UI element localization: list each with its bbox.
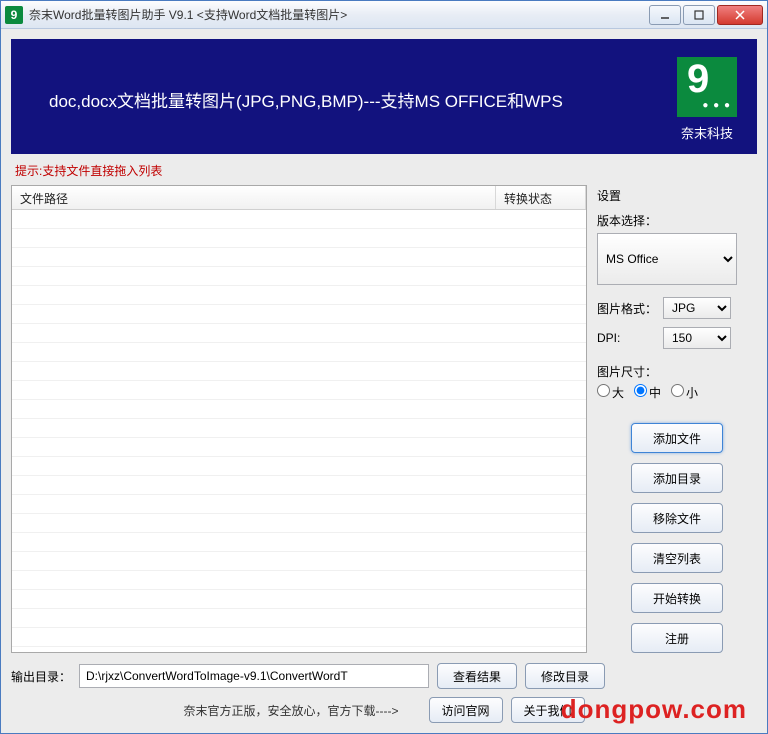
format-select[interactable]: JPG [663,297,731,319]
table-row [12,476,586,495]
watermark: dongpow.com [561,694,747,725]
table-row [12,248,586,267]
size-radio-group: 大 中 小 [597,384,757,401]
size-medium[interactable]: 中 [634,384,661,401]
change-dir-button[interactable]: 修改目录 [525,663,605,689]
logo-icon: 9● ● ● [677,57,737,117]
table-row [12,590,586,609]
dpi-select[interactable]: 150 [663,327,731,349]
table-row [12,514,586,533]
minimize-button[interactable] [649,5,681,25]
register-button[interactable]: 注册 [631,623,723,653]
table-row [12,229,586,248]
col-status-header: 转换状态 [496,186,586,209]
table-row [12,324,586,343]
content-area: doc,docx文档批量转图片(JPG,PNG,BMP)---支持MS OFFI… [1,29,767,733]
table-row [12,400,586,419]
dpi-label: DPI: [597,331,657,345]
table-row [12,381,586,400]
table-row [12,628,586,647]
close-button[interactable] [717,5,763,25]
banner-text: doc,docx文档批量转图片(JPG,PNG,BMP)---支持MS OFFI… [25,87,677,112]
window-title: 奈末Word批量转图片助手 V9.1 <支持Word文档批量转图片> [29,6,649,23]
format-label: 图片格式： [597,300,657,317]
version-select[interactable]: MS Office [597,233,737,285]
size-large[interactable]: 大 [597,384,624,401]
app-window: 9 奈末Word批量转图片助手 V9.1 <支持Word文档批量转图片> doc… [0,0,768,734]
app-icon: 9 [5,6,23,24]
left-panel: 文件路径 转换状态 [11,185,587,653]
table-body[interactable] [12,210,586,652]
table-row [12,533,586,552]
view-result-button[interactable]: 查看结果 [437,663,517,689]
output-row: 输出目录： 查看结果 修改目录 [11,663,757,689]
table-header: 文件路径 转换状态 [12,186,586,210]
add-dir-button[interactable]: 添加目录 [631,463,723,493]
maximize-button[interactable] [683,5,715,25]
file-table[interactable]: 文件路径 转换状态 [11,185,587,653]
main-area: 文件路径 转换状态 设置 版本选择： MS Office 图片格式： JPG [11,185,757,653]
col-path-header: 文件路径 [12,186,496,209]
settings-panel: 设置 版本选择： MS Office 图片格式： JPG DPI: 150 图片… [597,185,757,653]
table-row [12,609,586,628]
settings-title: 设置 [597,187,757,204]
add-file-button[interactable]: 添加文件 [631,423,723,453]
visit-site-button[interactable]: 访问官网 [429,697,503,723]
window-controls [649,5,763,25]
drag-hint: 提示:支持文件直接拖入列表 [11,154,757,185]
remove-file-button[interactable]: 移除文件 [631,503,723,533]
table-row [12,552,586,571]
output-label: 输出目录： [11,668,71,685]
banner-logo: 9● ● ● 奈末科技 [677,57,737,142]
table-row [12,362,586,381]
logo-label: 奈末科技 [681,123,733,142]
output-path-input[interactable] [79,664,429,688]
about-button[interactable]: 关于我们 [511,697,585,723]
footer: 奈末官方正版，安全放心，官方下载----> 访问官网 关于我们 dongpow.… [11,697,757,723]
version-label: 版本选择： [597,212,757,229]
action-buttons: 添加文件 添加目录 移除文件 清空列表 开始转换 注册 [597,423,757,653]
table-row [12,305,586,324]
banner: doc,docx文档批量转图片(JPG,PNG,BMP)---支持MS OFFI… [11,39,757,154]
table-row [12,457,586,476]
table-row [12,210,586,229]
size-label: 图片尺寸： [597,363,757,380]
table-row [12,495,586,514]
table-row [12,267,586,286]
clear-list-button[interactable]: 清空列表 [631,543,723,573]
start-convert-button[interactable]: 开始转换 [631,583,723,613]
table-row [12,343,586,362]
titlebar: 9 奈末Word批量转图片助手 V9.1 <支持Word文档批量转图片> [1,1,767,29]
footer-text: 奈末官方正版，安全放心，官方下载----> [184,702,399,719]
table-row [12,419,586,438]
size-small[interactable]: 小 [671,384,698,401]
table-row [12,438,586,457]
table-row [12,571,586,590]
table-row [12,286,586,305]
